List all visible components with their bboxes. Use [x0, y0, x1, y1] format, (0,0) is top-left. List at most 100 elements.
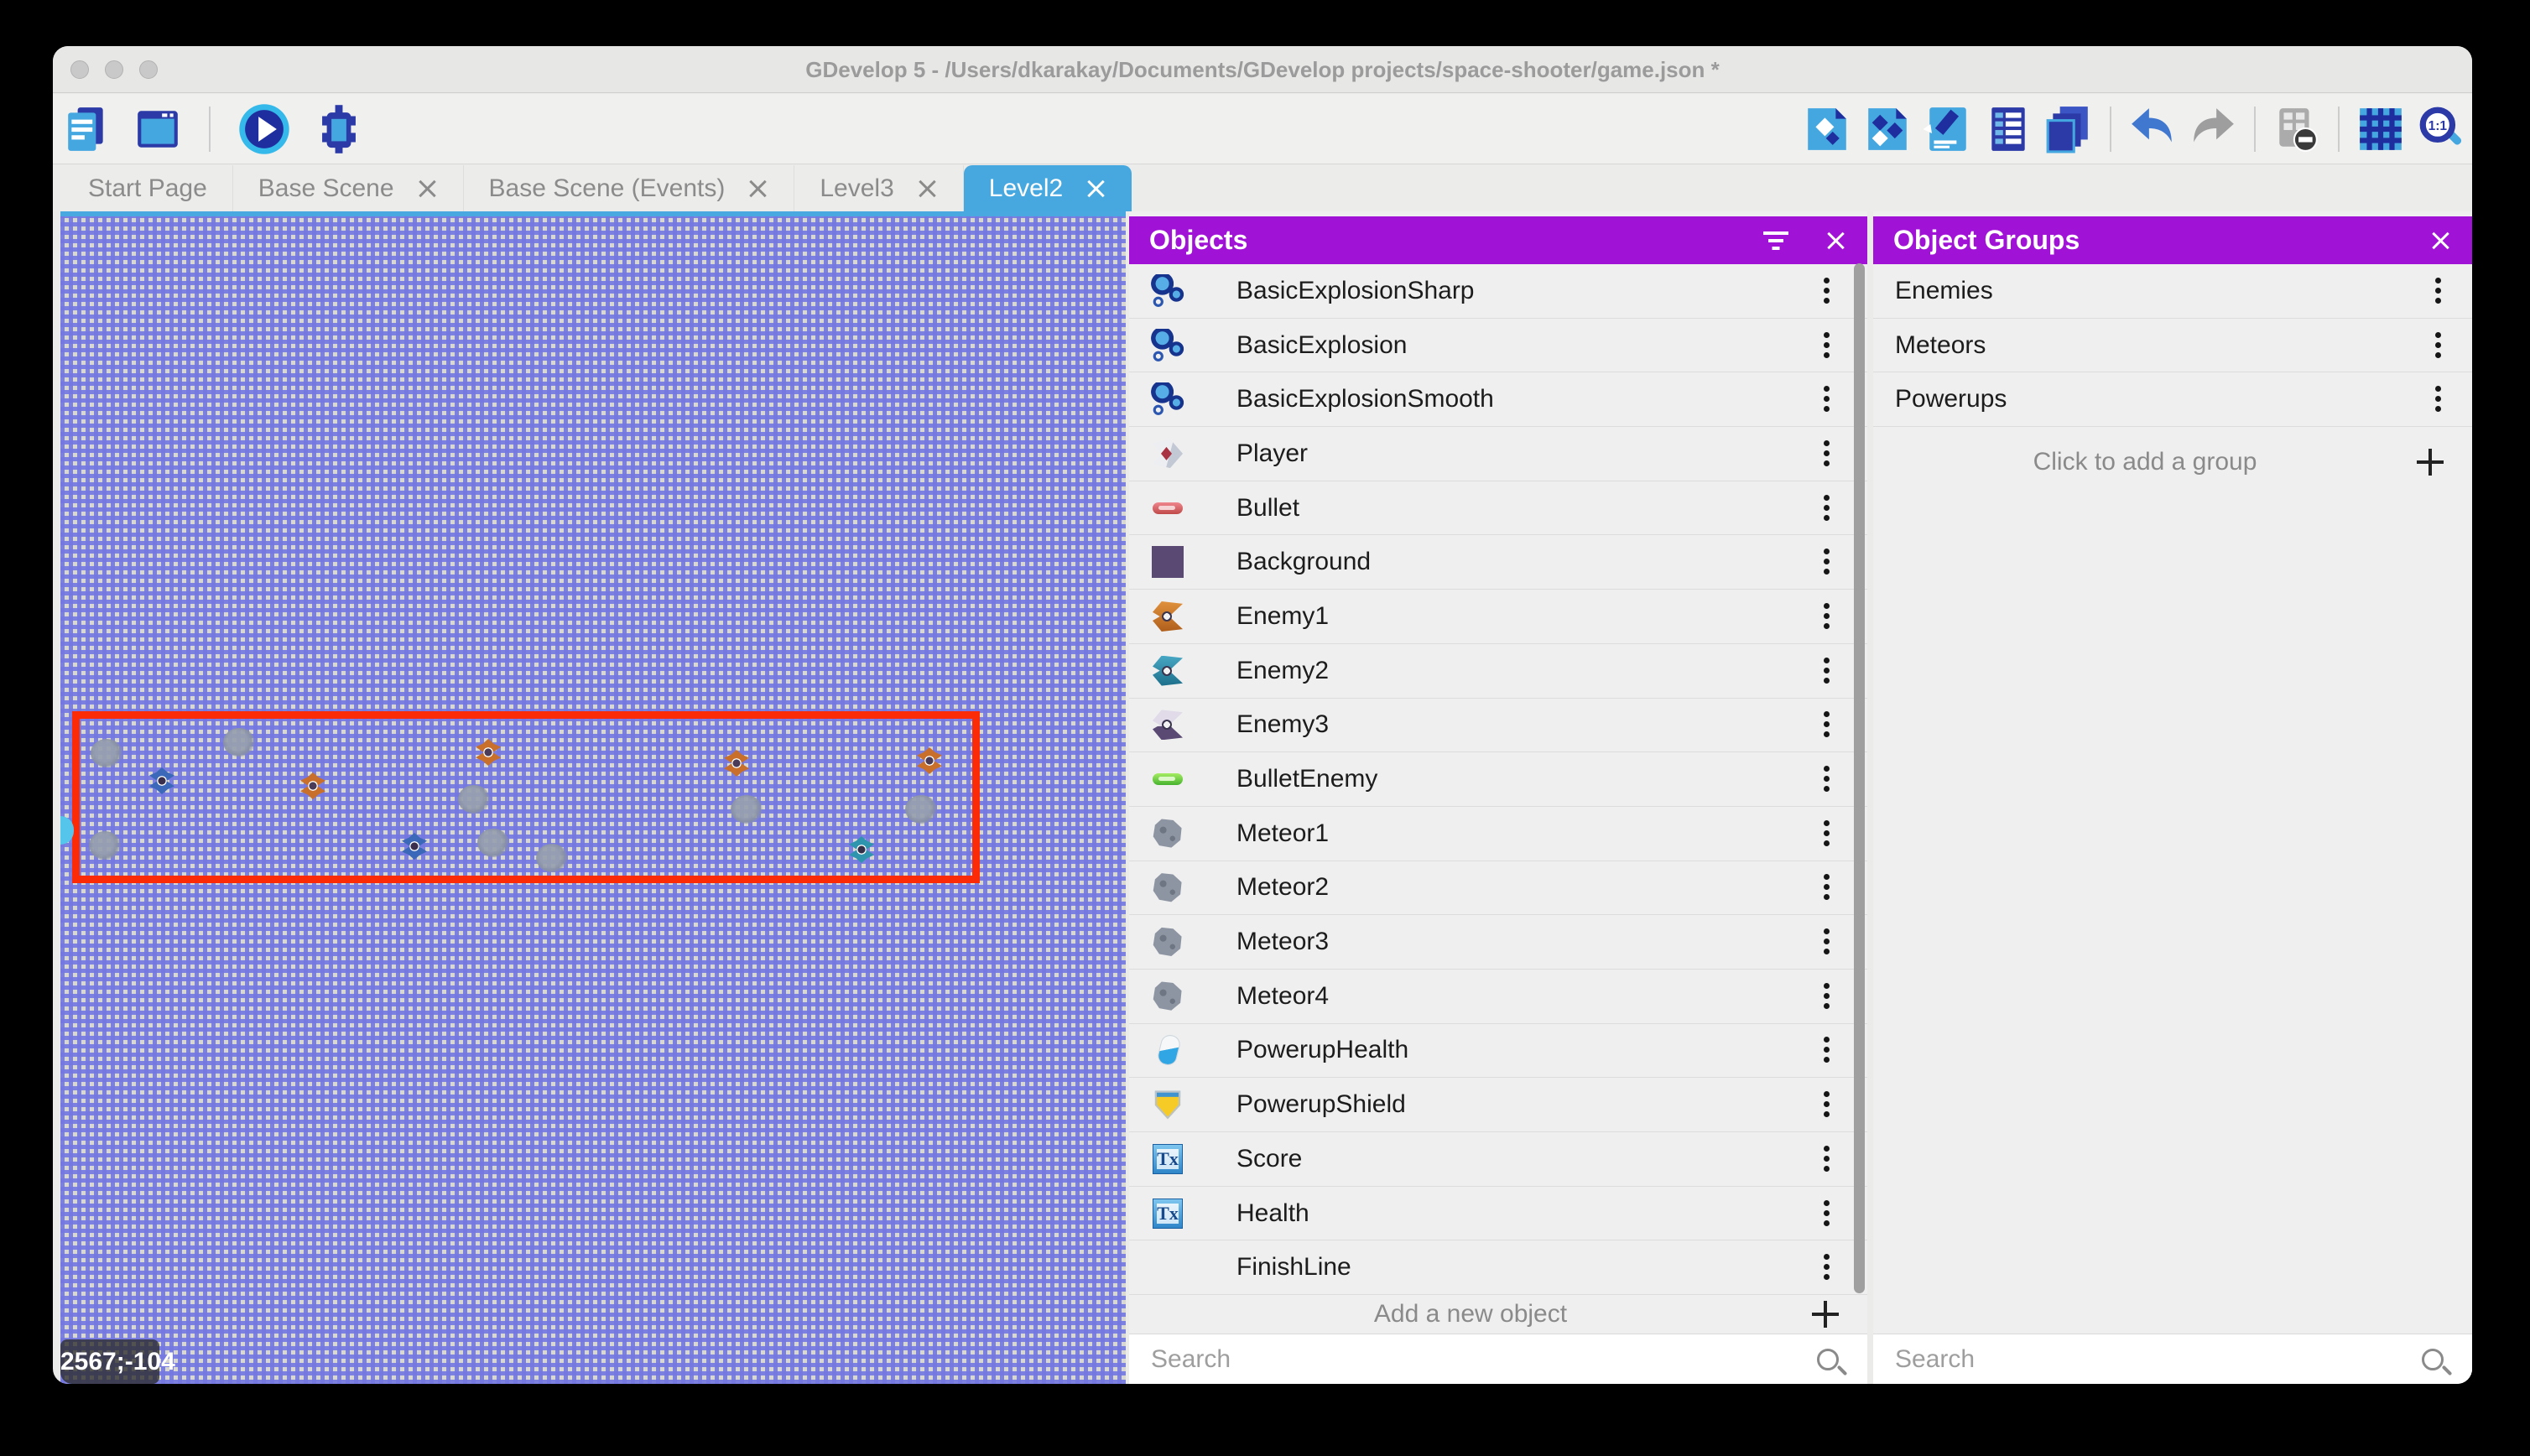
row-menu-icon[interactable]: [1824, 766, 1830, 793]
instances-properties-icon[interactable]: [1984, 105, 2033, 153]
group-row-powerups[interactable]: Powerups: [1873, 372, 2472, 427]
row-menu-icon[interactable]: [1824, 1254, 1830, 1281]
toggle-grid-icon[interactable]: [2356, 105, 2405, 153]
main-toolbar: 1:1: [53, 94, 2472, 164]
tab-start-page[interactable]: Start Page: [63, 165, 233, 211]
group-row-enemies[interactable]: Enemies: [1873, 264, 2472, 319]
object-row-meteor1[interactable]: Meteor1: [1129, 807, 1867, 861]
object-icon: [1151, 1251, 1184, 1284]
row-menu-icon[interactable]: [2435, 386, 2442, 413]
play-preview-icon[interactable]: [237, 102, 291, 156]
object-row-player[interactable]: Player: [1129, 427, 1867, 481]
add-icon[interactable]: [1812, 1301, 1839, 1328]
object-row-finishline[interactable]: FinishLine: [1129, 1240, 1867, 1295]
tab-base-scene[interactable]: Base Scene: [233, 165, 464, 211]
instance-meteor[interactable]: [91, 739, 122, 767]
add-object-row[interactable]: Add a new object: [1129, 1296, 1867, 1333]
row-menu-icon[interactable]: [1824, 1037, 1830, 1063]
row-menu-icon[interactable]: [1824, 1091, 1830, 1118]
instance-meteor[interactable]: [905, 795, 937, 824]
toggle-window-mask-icon[interactable]: [2272, 105, 2321, 153]
instance-meteor[interactable]: [89, 831, 121, 860]
redo-icon[interactable]: [2189, 105, 2237, 153]
row-menu-icon[interactable]: [2435, 332, 2442, 359]
undo-icon[interactable]: [2128, 105, 2177, 153]
object-label: Background: [1236, 548, 1824, 576]
object-row-powerupshield[interactable]: PowerupShield: [1129, 1078, 1867, 1132]
row-menu-icon[interactable]: [1824, 983, 1830, 1010]
instance-meteor[interactable]: [477, 829, 509, 857]
close-tab-icon[interactable]: [1085, 178, 1106, 200]
objects-search-input[interactable]: [1129, 1345, 1817, 1374]
row-menu-icon[interactable]: [1824, 658, 1830, 684]
tab-level2[interactable]: Level2: [964, 165, 1132, 211]
row-menu-icon[interactable]: [1824, 928, 1830, 955]
object-row-health[interactable]: Health: [1129, 1187, 1867, 1241]
row-menu-icon[interactable]: [1824, 820, 1830, 847]
object-row-bulletenemy[interactable]: BulletEnemy: [1129, 752, 1867, 807]
add-object-icon[interactable]: [1803, 105, 1851, 153]
close-panel-icon[interactable]: [1824, 229, 1847, 252]
object-row-meteor3[interactable]: Meteor3: [1129, 915, 1867, 970]
object-label: Meteor2: [1236, 873, 1824, 902]
row-menu-icon[interactable]: [1824, 1146, 1830, 1173]
row-menu-icon[interactable]: [1824, 440, 1830, 467]
object-icon: [1151, 1197, 1184, 1230]
close-tab-icon[interactable]: [916, 178, 938, 200]
close-panel-icon[interactable]: [2428, 229, 2452, 252]
row-menu-icon[interactable]: [1824, 549, 1830, 575]
tab-label: Base Scene: [258, 174, 394, 203]
tab-label: Base Scene (Events): [489, 174, 726, 203]
row-menu-icon[interactable]: [2435, 278, 2442, 304]
tab-base-scene-events[interactable]: Base Scene (Events): [464, 165, 795, 211]
row-menu-icon[interactable]: [1824, 603, 1830, 630]
object-groups-panel-title: Object Groups: [1893, 225, 2428, 256]
add-group-row[interactable]: Click to add a group: [1873, 429, 2472, 495]
object-groups-panel: Object Groups Enemies Meteors Powerups C…: [1873, 211, 2472, 1384]
instance-meteor[interactable]: [458, 785, 490, 814]
instance-meteor[interactable]: [731, 795, 763, 824]
group-row-meteors[interactable]: Meteors: [1873, 319, 2472, 373]
objects-scrollbar[interactable]: [1854, 263, 1865, 1293]
object-row-meteor4[interactable]: Meteor4: [1129, 970, 1867, 1024]
object-groups-icon[interactable]: [1863, 105, 1912, 153]
add-group-label: Click to add a group: [1873, 448, 2417, 476]
instance-meteor[interactable]: [223, 728, 255, 757]
scene-editor-canvas[interactable]: 2567;-104: [60, 211, 1126, 1384]
object-row-bullet[interactable]: Bullet: [1129, 481, 1867, 536]
tab-label: Level3: [820, 174, 893, 203]
object-row-meteor2[interactable]: Meteor2: [1129, 861, 1867, 916]
groups-search-input[interactable]: [1873, 1345, 2422, 1374]
object-row-enemy2[interactable]: Enemy2: [1129, 644, 1867, 699]
object-row-enemy1[interactable]: Enemy1: [1129, 590, 1867, 644]
object-row-basicexplosionsmooth[interactable]: BasicExplosionSmooth: [1129, 372, 1867, 427]
object-row-basicexplosionsharp[interactable]: BasicExplosionSharp: [1129, 264, 1867, 319]
edit-scene-properties-icon[interactable]: [1924, 105, 1972, 153]
search-icon: [1817, 1349, 1839, 1370]
zoom-actual-icon[interactable]: 1:1: [2417, 105, 2465, 153]
row-menu-icon[interactable]: [1824, 278, 1830, 304]
row-menu-icon[interactable]: [1824, 711, 1830, 738]
cursor-coordinates-badge: 2567;-104: [60, 1339, 159, 1384]
start-page-icon[interactable]: [133, 105, 182, 153]
object-icon: [1151, 437, 1184, 471]
instances-list-icon[interactable]: [2044, 105, 2093, 153]
filter-icon[interactable]: [1762, 230, 1790, 252]
row-menu-icon[interactable]: [1824, 874, 1830, 901]
object-row-background[interactable]: Background: [1129, 535, 1867, 590]
debug-icon[interactable]: [313, 103, 365, 155]
object-row-poweruphealth[interactable]: PowerupHealth: [1129, 1024, 1867, 1079]
add-icon[interactable]: [2417, 449, 2444, 476]
close-tab-icon[interactable]: [416, 178, 438, 200]
object-row-enemy3[interactable]: Enemy3: [1129, 699, 1867, 753]
instance-meteor[interactable]: [536, 844, 568, 872]
tab-level3[interactable]: Level3: [794, 165, 963, 211]
close-tab-icon[interactable]: [747, 178, 768, 200]
project-manager-icon[interactable]: [63, 105, 112, 153]
row-menu-icon[interactable]: [1824, 495, 1830, 522]
row-menu-icon[interactable]: [1824, 332, 1830, 359]
object-row-score[interactable]: Score: [1129, 1132, 1867, 1187]
row-menu-icon[interactable]: [1824, 386, 1830, 413]
row-menu-icon[interactable]: [1824, 1200, 1830, 1227]
object-row-basicexplosion[interactable]: BasicExplosion: [1129, 319, 1867, 373]
